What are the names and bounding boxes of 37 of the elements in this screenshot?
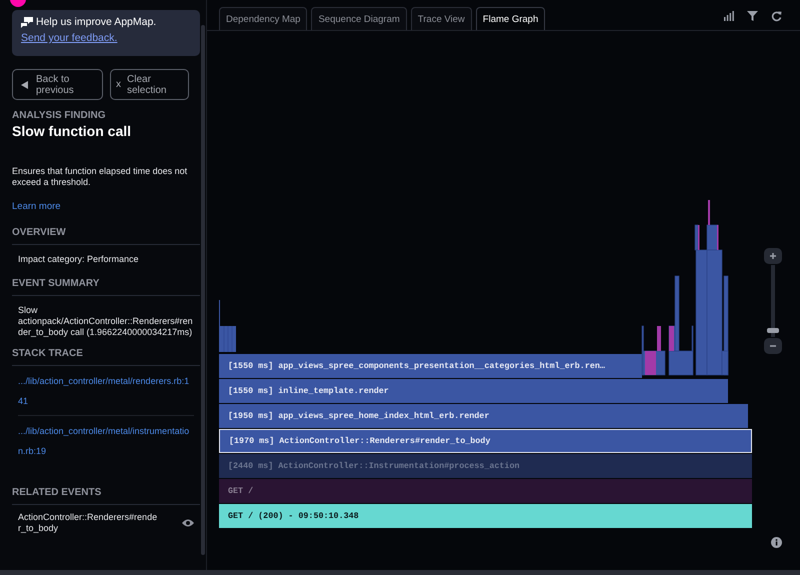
flame-stack-drawing bbox=[218, 297, 238, 352]
section-heading: RELATED EVENTS bbox=[12, 487, 200, 505]
section-heading: EVENT SUMMARY bbox=[12, 278, 200, 296]
chat-icon bbox=[21, 16, 33, 28]
flame-frame[interactable]: [1970 ms] ActionController::Renderers#render_to_body bbox=[219, 429, 752, 453]
flame-frame[interactable]: [1550 ms] inline_template.render bbox=[219, 379, 728, 403]
info-icon[interactable] bbox=[771, 537, 782, 548]
feedback-link[interactable]: Send your feedback. bbox=[21, 32, 118, 44]
stack-trace-link[interactable]: .../lib/action_controller/metal/renderers.rb:141 bbox=[18, 366, 194, 416]
event-summary-text: Slow actionpack/ActionController::Renderers#render_to_body call (1.9662240000034217ms) bbox=[17, 304, 194, 338]
view-tab[interactable]: Dependency Map bbox=[219, 7, 308, 30]
reload-icon[interactable] bbox=[771, 11, 782, 22]
zoom-out-icon[interactable] bbox=[764, 338, 782, 354]
finding-title: Slow function call bbox=[12, 123, 132, 139]
flame-frame[interactable]: [1550 ms] app_views_spree_components_presentation__categories_html_erb.ren… bbox=[219, 354, 642, 378]
flame-frame[interactable]: [2440 ms] ActionController::Instrumentation#process_action bbox=[219, 454, 752, 478]
related-event-label[interactable]: ActionController::Renderers#render_to_body bbox=[18, 512, 158, 534]
back-button[interactable]: Back to previous bbox=[12, 69, 103, 100]
flame-frame[interactable]: GET / (200) - 09:50:10.348 bbox=[219, 504, 752, 528]
learn-more-link[interactable]: Learn more bbox=[12, 201, 61, 212]
section-heading: STACK TRACE bbox=[12, 348, 200, 366]
filter-icon[interactable] bbox=[747, 11, 758, 21]
view-tab[interactable]: Sequence Diagram bbox=[311, 7, 407, 30]
view-tab[interactable]: Trace View bbox=[410, 7, 472, 30]
section-heading: OVERVIEW bbox=[12, 227, 200, 245]
section-heading: ANALYSIS FINDING bbox=[12, 110, 107, 121]
flame-frame[interactable]: [1950 ms] app_views_spree_home_index_html_erb.render bbox=[219, 404, 748, 428]
zoom-slider-thumb[interactable] bbox=[767, 328, 779, 334]
view-tab[interactable]: Flame Graph bbox=[476, 7, 546, 30]
flame-frame[interactable]: GET / bbox=[219, 479, 752, 503]
stack-trace-link[interactable]: .../lib/action_controller/metal/instrumentation.rb:19 bbox=[18, 416, 194, 465]
bar-chart-icon[interactable] bbox=[724, 11, 734, 21]
finding-description: Ensures that function elapsed time does not exceed a threshold. bbox=[12, 166, 188, 188]
feedback-title: Help us improve AppMap. bbox=[36, 16, 156, 28]
zoom-in-icon[interactable] bbox=[764, 248, 782, 264]
eye-icon[interactable] bbox=[182, 519, 194, 527]
overview-item: Impact category: Performance bbox=[17, 253, 140, 265]
